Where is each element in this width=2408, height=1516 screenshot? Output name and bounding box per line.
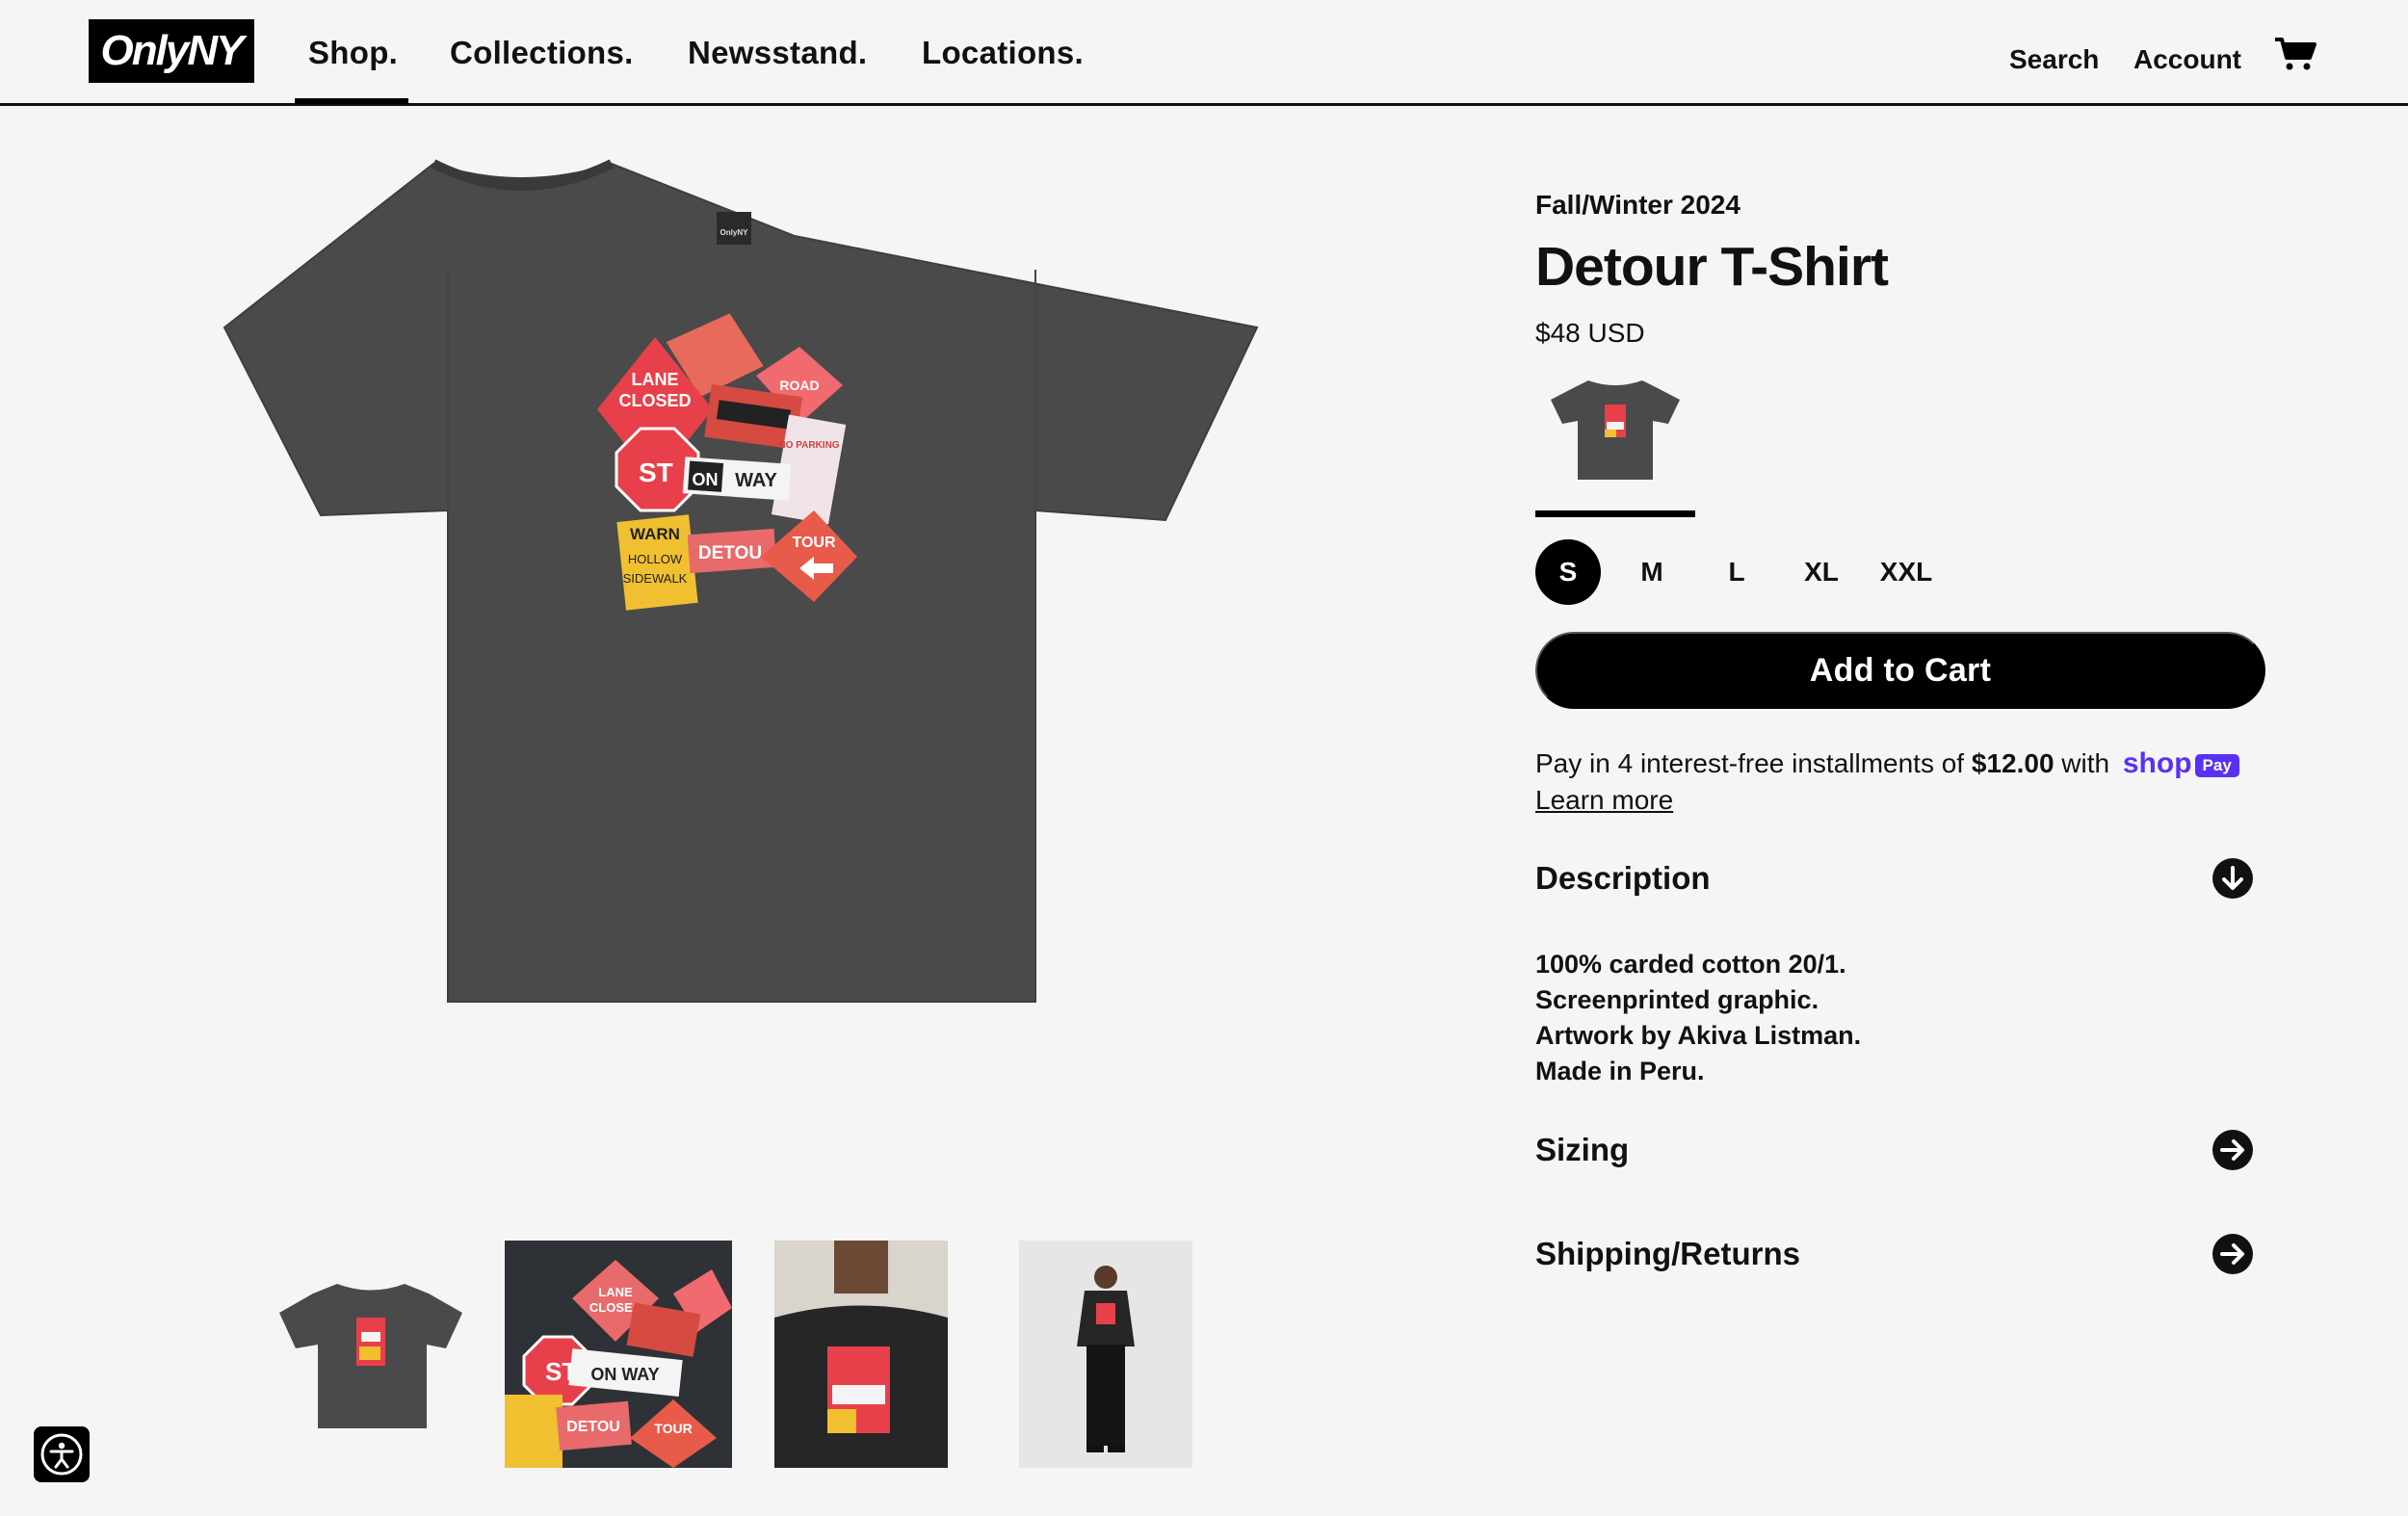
arrow-right-circle-icon[interactable] bbox=[2212, 1129, 2254, 1171]
nav-newsstand[interactable]: Newsstand. bbox=[688, 35, 867, 71]
installments-prefix: Pay in 4 interest-free installments of bbox=[1535, 748, 1972, 778]
product-thumbnail-model-closeup[interactable] bbox=[774, 1241, 948, 1468]
accessibility-icon bbox=[40, 1433, 83, 1476]
svg-text:HOLLOW: HOLLOW bbox=[628, 552, 683, 566]
color-swatch-charcoal[interactable] bbox=[1535, 366, 1695, 510]
svg-text:OnlyNY: OnlyNY bbox=[720, 228, 749, 237]
nav-shop[interactable]: Shop. bbox=[308, 35, 398, 71]
product-price: $48 USD bbox=[1535, 318, 1645, 348]
search-link[interactable]: Search bbox=[2009, 44, 2099, 75]
svg-text:LANE: LANE bbox=[598, 1285, 633, 1299]
arrow-down-circle-icon[interactable] bbox=[2212, 857, 2254, 900]
description-body: 100% carded cotton 20/1. Screenprinted g… bbox=[1535, 947, 1861, 1089]
cart-icon[interactable] bbox=[2273, 37, 2317, 71]
site-logo[interactable]: OnlyNY bbox=[89, 19, 254, 83]
description-line: 100% carded cotton 20/1. bbox=[1535, 950, 1846, 979]
product-thumbnail-front[interactable] bbox=[275, 1241, 467, 1468]
svg-text:ST: ST bbox=[639, 457, 673, 487]
add-to-cart-button[interactable]: Add to Cart bbox=[1535, 632, 2265, 709]
nav-locations[interactable]: Locations. bbox=[922, 35, 1084, 71]
accessibility-button[interactable] bbox=[34, 1426, 90, 1482]
svg-text:TOUR: TOUR bbox=[792, 535, 835, 551]
active-nav-indicator bbox=[295, 98, 408, 104]
product-main-image[interactable]: OnlyNY LANE CLOSED ROAD NO PARKING ST WA… bbox=[217, 154, 1262, 1021]
svg-text:LANE: LANE bbox=[632, 370, 679, 389]
arrow-right-circle-icon[interactable] bbox=[2212, 1233, 2254, 1275]
description-line: Artwork by Akiva Listman. bbox=[1535, 1021, 1862, 1050]
accordion-description-title[interactable]: Description bbox=[1535, 860, 1711, 897]
product-thumbnail-model-full[interactable] bbox=[1019, 1241, 1192, 1468]
installments-amount: $12.00 bbox=[1971, 748, 2055, 778]
svg-text:ON WAY: ON WAY bbox=[590, 1365, 659, 1384]
shop-pay-logo: shop bbox=[2122, 747, 2192, 779]
description-line: Made in Peru. bbox=[1535, 1057, 1705, 1085]
learn-more-link[interactable]: Learn more bbox=[1535, 785, 1673, 816]
product-season: Fall/Winter 2024 bbox=[1535, 190, 1741, 220]
installments-suffix: with bbox=[2054, 748, 2117, 778]
accordion-sizing-title[interactable]: Sizing bbox=[1535, 1132, 1629, 1168]
size-option-s[interactable]: S bbox=[1535, 539, 1601, 605]
svg-text:NO PARKING: NO PARKING bbox=[778, 440, 839, 451]
size-option-l[interactable]: L bbox=[1704, 539, 1769, 605]
account-link[interactable]: Account bbox=[2133, 44, 2241, 75]
size-option-xl[interactable]: XL bbox=[1789, 539, 1854, 605]
svg-text:DETOU: DETOU bbox=[566, 1419, 620, 1435]
nav-collections[interactable]: Collections. bbox=[450, 35, 634, 71]
installments-message: Pay in 4 interest-free installments of $… bbox=[1535, 747, 2239, 780]
svg-text:ON: ON bbox=[693, 470, 719, 489]
svg-text:WAY: WAY bbox=[735, 470, 777, 491]
svg-text:SIDEWALK: SIDEWALK bbox=[623, 571, 688, 586]
description-line: Screenprinted graphic. bbox=[1535, 985, 1819, 1014]
svg-text:DETOU: DETOU bbox=[698, 543, 762, 563]
svg-text:ROAD: ROAD bbox=[779, 378, 819, 393]
svg-text:TOUR: TOUR bbox=[654, 1421, 692, 1436]
size-option-xxl[interactable]: XXL bbox=[1873, 539, 1939, 605]
size-option-m[interactable]: M bbox=[1619, 539, 1685, 605]
product-title: Detour T-Shirt bbox=[1535, 236, 1889, 298]
accordion-shipping-returns-title[interactable]: Shipping/Returns bbox=[1535, 1236, 1800, 1272]
shop-pay-badge: Pay bbox=[2194, 753, 2239, 777]
svg-text:CLOSED: CLOSED bbox=[618, 391, 691, 410]
selected-swatch-indicator bbox=[1535, 510, 1695, 517]
svg-text:WARN: WARN bbox=[630, 525, 680, 543]
product-thumbnail-graphic-closeup[interactable]: LANE CLOSED ST ON WAY DETOU TOUR bbox=[505, 1241, 732, 1468]
site-header: OnlyNY Shop. Collections. Newsstand. Loc… bbox=[0, 0, 2408, 106]
